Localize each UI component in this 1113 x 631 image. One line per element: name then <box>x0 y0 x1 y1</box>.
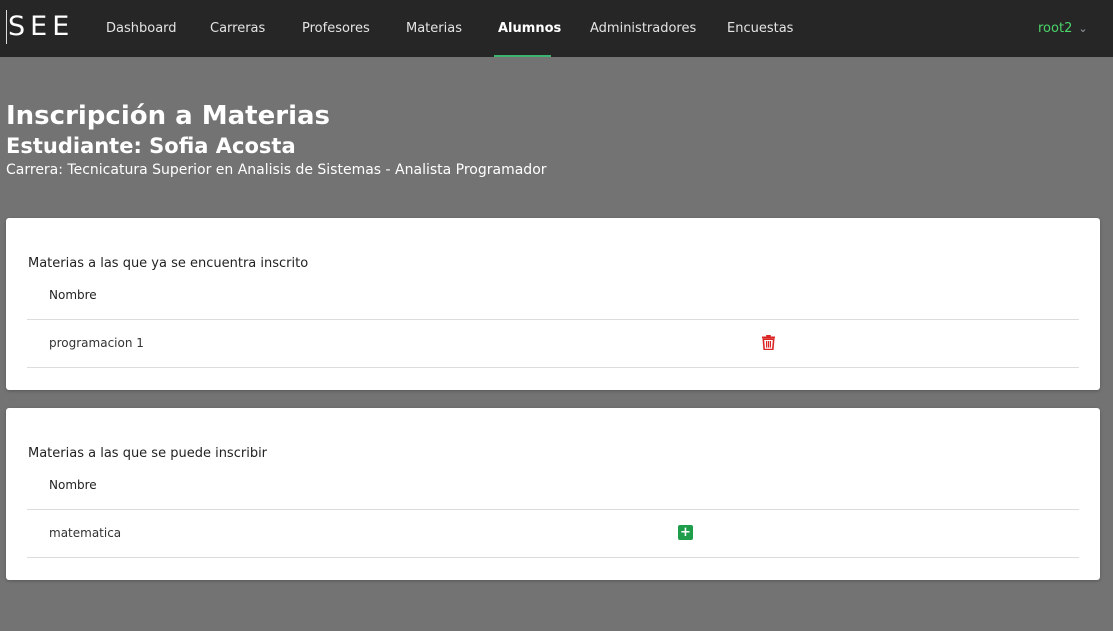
nav-carreras[interactable]: Carreras <box>210 0 265 57</box>
available-subjects-card: Materias a las que se puede inscribir No… <box>6 408 1100 580</box>
nav-dashboard[interactable]: Dashboard <box>106 0 177 57</box>
top-navbar: SEE Dashboard Carreras Profesores Materi… <box>0 0 1113 57</box>
chevron-down-icon: ⌄ <box>1078 22 1088 35</box>
career-info: Carrera: Tecnicatura Superior en Analisi… <box>6 162 547 178</box>
trash-icon[interactable] <box>762 335 775 354</box>
table-divider <box>27 319 1079 320</box>
active-tab-indicator <box>494 55 551 57</box>
subject-name: matematica <box>49 526 122 540</box>
nav-profesores[interactable]: Profesores <box>302 0 370 57</box>
plus-icon[interactable]: + <box>678 525 693 540</box>
column-header-name: Nombre <box>49 288 97 302</box>
brand-logo[interactable]: SEE <box>6 10 74 44</box>
subject-name: programacion 1 <box>49 336 144 350</box>
available-card-title: Materias a las que se puede inscribir <box>28 446 268 461</box>
nav-alumnos[interactable]: Alumnos <box>498 0 561 57</box>
enrolled-card-title: Materias a las que ya se encuentra inscr… <box>28 256 309 271</box>
page-title: Inscripción a Materias <box>6 101 330 131</box>
table-divider <box>27 509 1079 510</box>
column-header-name: Nombre <box>49 478 97 492</box>
table-divider <box>27 367 1079 368</box>
enrolled-subjects-card: Materias a las que ya se encuentra inscr… <box>6 218 1100 390</box>
nav-administradores[interactable]: Administradores <box>590 0 696 57</box>
student-name: Estudiante: Sofia Acosta <box>6 134 296 158</box>
nav-materias[interactable]: Materias <box>406 0 462 57</box>
table-divider <box>27 557 1079 558</box>
nav-encuestas[interactable]: Encuestas <box>727 0 793 57</box>
user-menu[interactable]: root2 ⌄ <box>1038 0 1088 57</box>
user-name: root2 <box>1038 21 1073 36</box>
